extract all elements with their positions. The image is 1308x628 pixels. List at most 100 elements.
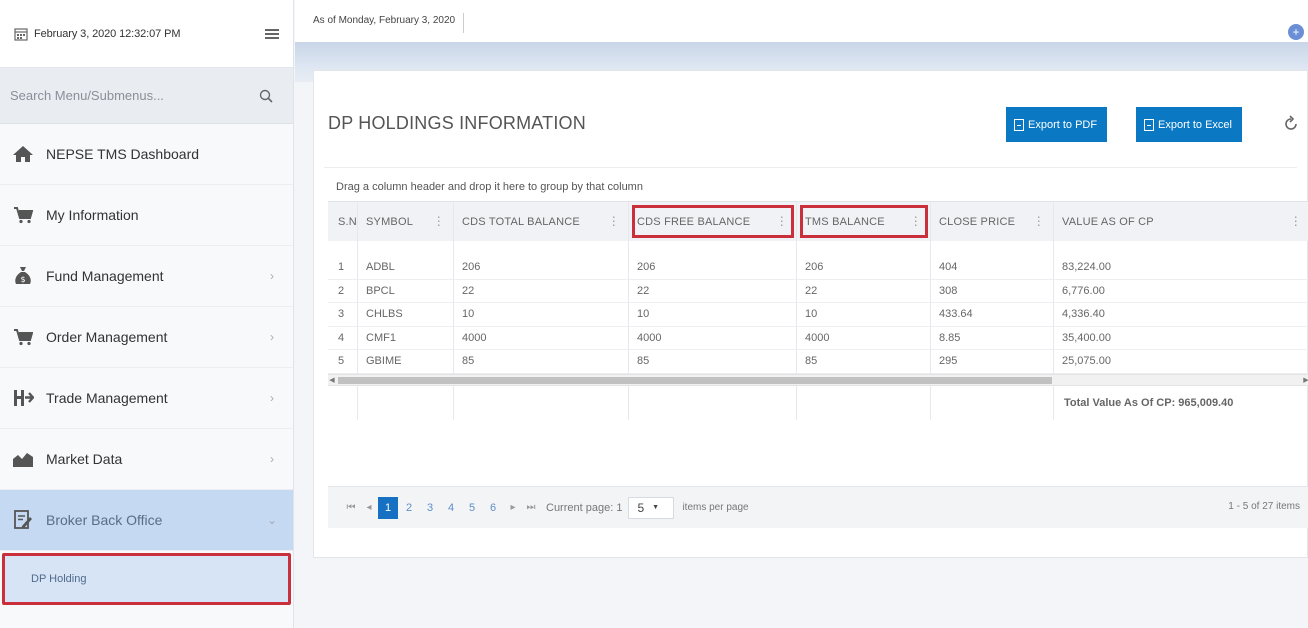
column-label: VALUE AS OF CP <box>1062 215 1154 228</box>
column-header-cds-total-balance[interactable]: CDS TOTAL BALANCE ⋮ <box>454 202 629 241</box>
as-of-date: As of Monday, February 3, 2020 <box>313 13 465 33</box>
cell-cds-free: 85 <box>629 350 797 374</box>
sidebar-item-order-management[interactable]: Order Management › <box>0 307 293 368</box>
export-excel-button[interactable]: Export to Excel <box>1136 107 1242 142</box>
cell-close-price: 308 <box>931 279 1054 303</box>
page-1[interactable]: 1 <box>378 496 398 519</box>
cell-symbol: ADBL <box>358 256 454 280</box>
cell-value: 83,224.00 <box>1054 256 1308 280</box>
last-page-icon[interactable]: ⏭ <box>522 502 540 513</box>
filter-row <box>328 241 1308 256</box>
column-label: CDS FREE BALANCE <box>637 215 751 228</box>
export-pdf-label: Export to PDF <box>1028 118 1098 131</box>
hamburger-menu-icon[interactable] <box>265 28 279 39</box>
cell-tms-balance: 10 <box>797 303 931 327</box>
cart-icon <box>12 205 34 225</box>
cell-close-price: 8.85 <box>931 326 1054 350</box>
column-header-value-as-of-cp[interactable]: VALUE AS OF CP ⋮ <box>1054 202 1308 241</box>
cell-cds-free: 4000 <box>629 326 797 350</box>
export-pdf-button[interactable]: Export to PDF <box>1006 107 1108 142</box>
scroll-left-icon[interactable]: ◀ <box>328 375 336 386</box>
page-2[interactable]: 2 <box>399 497 419 519</box>
column-label: TMS BALANCE <box>805 215 885 228</box>
pdf-file-icon <box>1014 118 1024 131</box>
column-header-close-price[interactable]: CLOSE PRICE ⋮ <box>931 202 1054 241</box>
table-row[interactable]: 2 BPCL 22 22 22 308 6,776.00 <box>328 279 1308 303</box>
page-6[interactable]: 6 <box>483 497 503 519</box>
column-menu-icon[interactable]: ⋮ <box>776 214 788 228</box>
group-by-hint[interactable]: Drag a column header and drop it here to… <box>336 181 643 193</box>
footer-cell <box>629 385 797 420</box>
cell-cds-total: 206 <box>454 256 629 280</box>
column-menu-icon[interactable]: ⋮ <box>1033 214 1045 228</box>
sidebar-item-fund-management[interactable]: $ Fund Management › <box>0 246 293 307</box>
sidebar: February 3, 2020 12:32:07 PM NEPSE TMS D… <box>0 0 294 628</box>
submenu-label: DP Holding <box>31 573 87 585</box>
export-excel-label: Export to Excel <box>1158 118 1232 131</box>
column-label: CLOSE PRICE <box>939 215 1016 228</box>
first-page-icon[interactable]: ⏮ <box>342 502 360 513</box>
submenu-dp-holding[interactable]: DP Holding <box>2 553 291 605</box>
cell-sn: 3 <box>328 303 358 327</box>
items-range-label: 1 - 5 of 27 items <box>1228 501 1300 512</box>
column-menu-icon[interactable]: ⋮ <box>910 214 922 228</box>
column-label: S.N <box>338 215 357 228</box>
sidebar-item-label: Market Data <box>46 451 123 467</box>
column-header-sn[interactable]: S.N <box>328 202 358 241</box>
pager: ⏮ ◂ 1 2 3 4 5 6 ▸ ⏭ Current page: 1 5 ▼ … <box>328 486 1308 528</box>
page-3[interactable]: 3 <box>420 497 440 519</box>
trade-icon <box>12 388 34 408</box>
horizontal-scrollbar[interactable]: ◀ ▶ <box>328 373 1308 386</box>
prev-page-icon[interactable]: ◂ <box>360 502 378 513</box>
page-5[interactable]: 5 <box>462 497 482 519</box>
money-bag-icon: $ <box>12 266 34 286</box>
table-row[interactable]: 1 ADBL 206 206 206 404 83,224.00 <box>328 256 1308 280</box>
column-header-cds-free-balance[interactable]: CDS FREE BALANCE ⋮ <box>629 202 797 241</box>
table-row[interactable]: 3 CHLBS 10 10 10 433.64 4,336.40 <box>328 303 1308 327</box>
sidebar-item-market-data[interactable]: Market Data › <box>0 429 293 490</box>
cell-value: 25,075.00 <box>1054 350 1308 374</box>
sidebar-item-trade-management[interactable]: Trade Management › <box>0 368 293 429</box>
cart-icon <box>12 327 34 347</box>
cell-value: 35,400.00 <box>1054 327 1308 350</box>
chart-icon <box>12 449 34 469</box>
cell-symbol: GBIME <box>358 350 454 374</box>
sidebar-item-broker-back-office[interactable]: Broker Back Office ⌄ <box>0 490 293 551</box>
cell-tms-balance: 22 <box>797 279 931 303</box>
filter-cell <box>931 241 1054 256</box>
cell-symbol: CHLBS <box>358 303 454 327</box>
cell-sn: 1 <box>328 256 358 280</box>
cell-close-price: 433.64 <box>931 303 1054 327</box>
column-menu-icon[interactable]: ⋮ <box>1290 214 1302 228</box>
cell-value: 6,776.00 <box>1054 280 1308 303</box>
cell-cds-free: 10 <box>629 303 797 327</box>
edit-doc-icon <box>12 510 34 530</box>
table-row[interactable]: 5 GBIME 85 85 85 295 25,075.00 <box>328 350 1308 374</box>
footer-cell <box>358 385 454 420</box>
menu-search-input[interactable] <box>10 88 259 103</box>
cell-cds-free: 206 <box>629 256 797 280</box>
top-bar: As of Monday, February 3, 2020 + <box>295 0 1308 42</box>
search-icon[interactable] <box>259 89 273 103</box>
column-label: CDS TOTAL BALANCE <box>462 215 580 228</box>
sidebar-header: February 3, 2020 12:32:07 PM <box>0 0 293 68</box>
table-row[interactable]: 4 CMF1 4000 4000 4000 8.85 35,400.00 <box>328 326 1308 350</box>
cell-sn: 4 <box>328 326 358 350</box>
refresh-icon[interactable] <box>1282 115 1300 133</box>
column-header-tms-balance[interactable]: TMS BALANCE ⋮ <box>797 202 931 241</box>
sidebar-item-my-information[interactable]: My Information <box>0 185 293 246</box>
cell-tms-balance: 206 <box>797 256 931 280</box>
next-page-icon[interactable]: ▸ <box>504 502 522 513</box>
scroll-right-icon[interactable]: ▶ <box>1302 375 1308 386</box>
sidebar-item-dashboard[interactable]: NEPSE TMS Dashboard <box>0 124 293 185</box>
footer-cell <box>328 385 358 420</box>
column-menu-icon[interactable]: ⋮ <box>608 214 620 228</box>
chevron-right-icon: › <box>270 391 274 405</box>
column-menu-icon[interactable]: ⋮ <box>433 214 445 228</box>
plus-icon[interactable]: + <box>1288 24 1304 40</box>
scrollbar-thumb[interactable] <box>338 376 1052 384</box>
column-header-symbol[interactable]: SYMBOL ⋮ <box>358 202 454 241</box>
page-size-select[interactable]: 5 ▼ <box>628 496 675 519</box>
cell-cds-free: 22 <box>629 279 797 303</box>
page-4[interactable]: 4 <box>441 497 461 519</box>
